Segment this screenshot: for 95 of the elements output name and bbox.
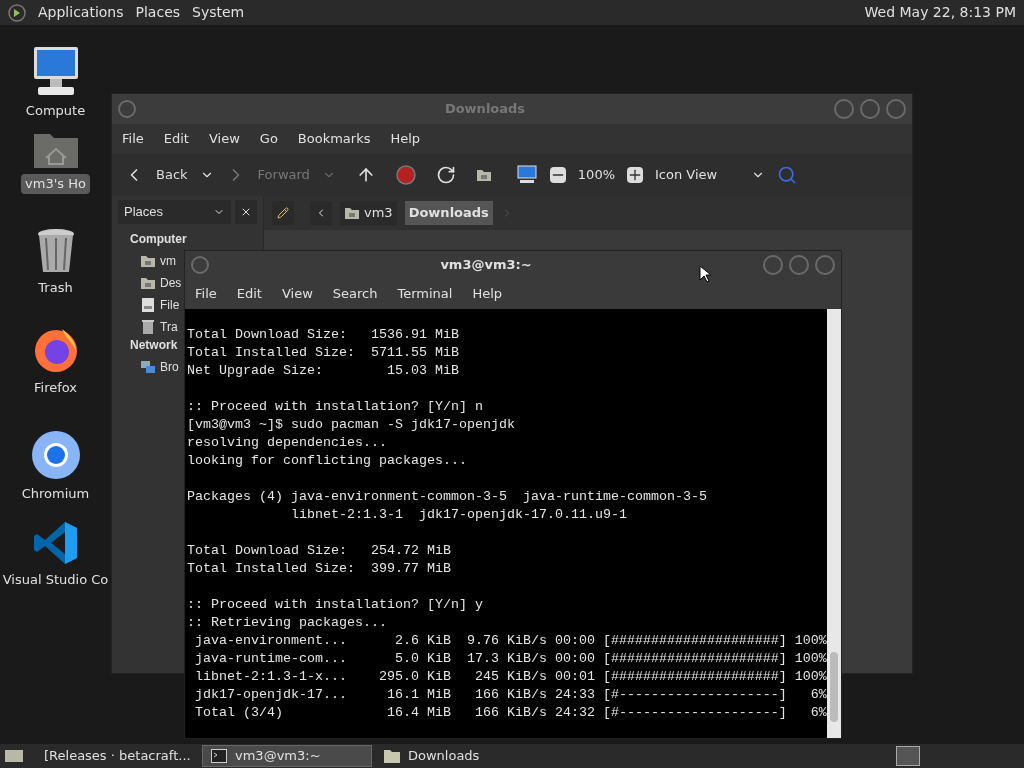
terminal-line: [vm3@vm3 ~]$ sudo pacman -S jdk17-openjdk <box>187 416 516 434</box>
terminal-line: jdk17-openjdk-17... 16.1 MiB 166 KiB/s 24:33 [#--------------------] 6% <box>194 686 827 704</box>
section-heading: Computer <box>130 232 187 246</box>
window-control[interactable] <box>763 255 783 275</box>
terminal-line: libnet-2:1.3-1 jdk17-openjdk-17.0.11.u9-1 <box>289 506 628 524</box>
back-button[interactable]: Back <box>124 165 188 185</box>
window-control[interactable] <box>886 99 906 119</box>
window-control[interactable] <box>860 99 880 119</box>
desktop-icon-label[interactable]: Firefox <box>34 378 77 398</box>
stop-icon[interactable] <box>395 165 416 185</box>
zoom-out-icon[interactable] <box>549 167 566 183</box>
terminal-line: Packages (4) java-environment-common-3-5 java-runtime-common-3-5 <box>187 488 708 506</box>
home-folder-icon <box>344 205 360 221</box>
desktop-icon-label[interactable]: Compute <box>25 101 86 121</box>
terminal-line: looking for conflicting packages... <box>187 452 468 470</box>
edit-location-button[interactable] <box>272 201 294 225</box>
window-control[interactable] <box>815 255 835 275</box>
view-dropdown[interactable]: Icon View <box>655 165 765 185</box>
home-folder-icon <box>475 167 492 183</box>
scrollbar-thumb[interactable] <box>830 652 838 722</box>
path-back-button[interactable] <box>310 201 332 225</box>
section-heading: Network <box>130 338 178 352</box>
scrollbar[interactable] <box>827 309 841 738</box>
network-icon <box>140 359 156 375</box>
close-icon <box>240 206 252 218</box>
taskbar-item[interactable]: Downloads <box>376 745 546 767</box>
menu-item[interactable]: Edit <box>163 129 189 149</box>
terminal-line: Net Upgrade Size: 15.03 MiB <box>187 362 460 380</box>
menu-item[interactable]: File <box>122 129 144 149</box>
sidebar-item[interactable]: Tra <box>160 318 178 336</box>
reload-icon[interactable] <box>435 165 456 185</box>
window-title: vm3@vm3:~ <box>440 256 532 275</box>
zoom-in-icon[interactable] <box>627 167 643 183</box>
terminal-line: Total Download Size: 254.72 MiB <box>187 542 452 560</box>
workspace-switcher[interactable] <box>896 746 920 766</box>
menu-item[interactable]: Go <box>259 129 278 149</box>
terminal-icon <box>211 749 227 763</box>
terminal-line: Total Download Size: 1536.91 MiB <box>187 326 460 344</box>
panel-menu[interactable]: System <box>192 2 245 23</box>
window-control[interactable] <box>789 255 809 275</box>
panel-menu[interactable]: Applications <box>38 2 124 23</box>
zoom-level: 100% <box>577 166 615 185</box>
window-menu-icon[interactable] <box>191 256 209 274</box>
sidebar-item[interactable]: Des <box>160 274 182 292</box>
close-button[interactable] <box>235 200 257 224</box>
desktop-icon-label[interactable]: Chromium <box>21 484 90 504</box>
menu-item[interactable]: Bookmarks <box>297 129 371 149</box>
window-control[interactable] <box>834 99 854 119</box>
home-folder-icon <box>140 253 156 269</box>
menu-item[interactable]: View <box>208 129 240 149</box>
panel-menu[interactable]: Places <box>135 2 181 23</box>
computer-icon[interactable] <box>515 165 538 185</box>
show-desktop-icon[interactable] <box>4 748 24 764</box>
terminal-line: Total Installed Size: 399.77 MiB <box>187 560 452 578</box>
sidebar-item[interactable]: vm <box>160 252 176 270</box>
desktop-icon-label[interactable]: vm3's Ho <box>21 174 90 194</box>
places-dropdown[interactable]: Places <box>118 200 231 224</box>
terminal-line: Total (3/4) 16.4 MiB 166 KiB/s 24:32 [#--------------------] 6% <box>194 704 827 722</box>
terminal-line: :: Proceed with installation? [Y/n] n <box>187 398 484 416</box>
logo-icon[interactable] <box>8 3 26 22</box>
terminal-line: libnet-2:1.3-1-x... 295.0 KiB 245 KiB/s 00:01 [#####################] 100% <box>194 668 827 686</box>
terminal-line: Total Installed Size: 5711.55 MiB <box>187 344 460 362</box>
menu-item[interactable]: Search <box>332 284 378 304</box>
window-menu-icon[interactable] <box>118 100 136 118</box>
terminal-line: :: Retrieving packages... <box>187 614 388 632</box>
taskbar-item[interactable]: [Releases · betacraft... <box>28 745 198 767</box>
code-editor-icon <box>32 520 79 566</box>
desktop-folder-icon <box>140 275 156 291</box>
terminal-line: resolving dependencies... <box>187 434 388 452</box>
menu-item[interactable]: Help <box>472 284 503 304</box>
menu-item[interactable]: Terminal <box>397 284 453 304</box>
taskbar-item[interactable]: vm3@vm3:~ <box>202 745 372 767</box>
search-icon[interactable] <box>777 165 797 185</box>
terminal-line: java-environment... 2.6 KiB 9.76 KiB/s 00:00 [#####################] 100% <box>194 632 827 650</box>
chromium-icon <box>30 430 81 480</box>
pencil-icon <box>277 207 289 219</box>
desktop-icon-label[interactable]: Trash <box>38 278 73 298</box>
menu-item[interactable]: Help <box>390 129 421 149</box>
drive-icon <box>140 297 156 313</box>
sidebar-item[interactable]: Bro <box>160 358 179 376</box>
folder-icon <box>384 749 400 763</box>
mouse-pointer-icon <box>699 265 711 283</box>
desktop-icon-label[interactable]: Visual Studio Co <box>2 570 109 590</box>
terminal-line: :: Proceed with installation? [Y/n] y <box>187 596 484 614</box>
path-segment[interactable]: Downloads <box>404 201 493 225</box>
sidebar-item[interactable]: File <box>160 296 180 314</box>
terminal-line: java-runtime-com... 5.0 KiB 17.3 KiB/s 00:00 [#####################] 100% <box>194 650 827 668</box>
menu-item[interactable]: View <box>281 284 313 304</box>
trash-icon <box>35 228 76 274</box>
menu-item[interactable]: File <box>195 284 217 304</box>
menu-item[interactable]: Edit <box>236 284 262 304</box>
trash-icon <box>140 319 156 335</box>
path-segment[interactable]: vm3 <box>340 201 397 225</box>
window-title: Downloads <box>443 100 527 119</box>
clock[interactable]: Wed May 22, 8:13 PM <box>864 2 1016 23</box>
